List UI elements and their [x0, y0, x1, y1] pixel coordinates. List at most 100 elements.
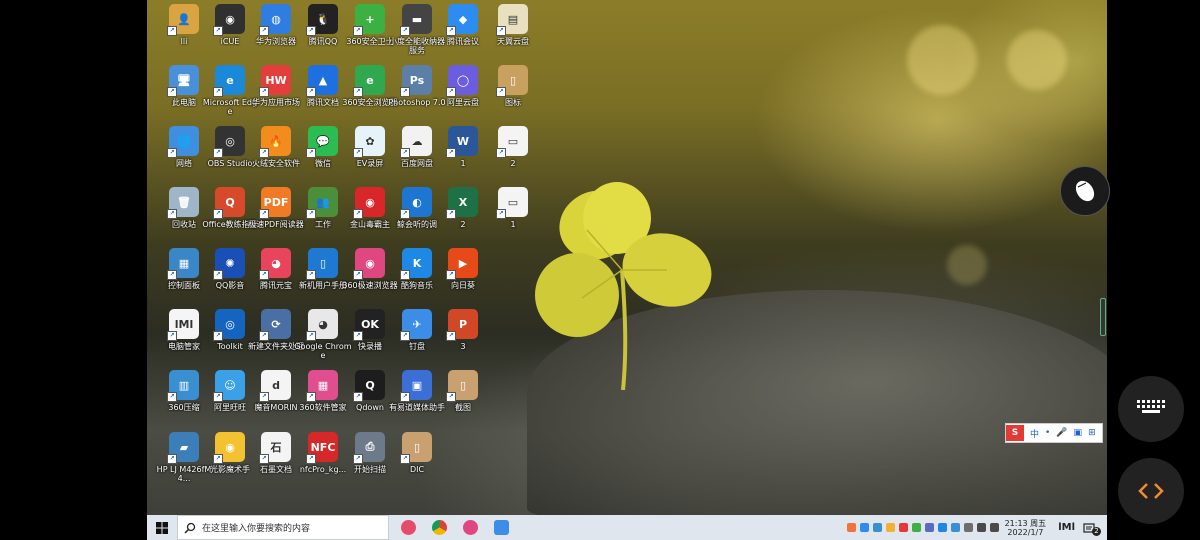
- desktop-icon[interactable]: ▭ ↗ 2: [486, 126, 540, 186]
- taskbar-app-app-1[interactable]: [396, 519, 420, 537]
- app-icon: e ↗: [213, 65, 245, 97]
- desktop-icon[interactable]: ⟳ ↗ 新建文件夹处理: [248, 309, 304, 369]
- desktop-icon[interactable]: ▯ ↗ 图标: [486, 65, 540, 125]
- app-glyph: e: [226, 73, 234, 87]
- desktop-icon[interactable]: ▯ ↗ 新机用户手册: [296, 248, 350, 308]
- network-icon[interactable]: [976, 523, 986, 532]
- start-button[interactable]: [147, 515, 177, 540]
- shortcut-arrow-icon: ↗: [496, 209, 506, 219]
- ime-toolbar[interactable]: S 中 • 🎤 ▣ ⊞: [1005, 423, 1103, 443]
- desktop-icon[interactable]: 石 ↗ 石墨文档: [249, 432, 303, 492]
- taskbar-app-dingtalk[interactable]: [489, 519, 513, 537]
- desktop-icon[interactable]: e ↗ 360安全浏览器: [342, 65, 398, 125]
- app-icon: ◍ ↗: [259, 4, 291, 36]
- clover-wallpaper: [535, 182, 712, 390]
- desktop-icon[interactable]: ▯ ↗ DIC: [390, 432, 444, 492]
- tray-app-icon[interactable]: [859, 523, 869, 532]
- app-icon: ▥ ↗: [167, 370, 199, 402]
- desktop-icon[interactable]: P ↗ 3: [436, 309, 490, 369]
- dingtalk-icon: [493, 520, 509, 535]
- app-glyph: ◉: [365, 195, 375, 209]
- shortcut-arrow-icon: ↗: [167, 392, 177, 402]
- bluetooth-icon[interactable]: [937, 523, 947, 532]
- toolbox-icon[interactable]: ⊞: [1088, 428, 1096, 438]
- app-icon: ▦ ↗: [306, 370, 338, 402]
- desktop-icon[interactable]: ◕ ↗ Google Chrome: [294, 309, 352, 369]
- tray-app-icon[interactable]: [898, 523, 908, 532]
- microphone-icon[interactable]: 🎤: [1056, 428, 1067, 438]
- taskbar-search[interactable]: 在这里输入你要搜索的内容: [177, 515, 389, 540]
- desktop-icon[interactable]: PDF ↗ 极速PDF阅读器: [248, 187, 304, 247]
- app-glyph: ⎙: [365, 440, 375, 453]
- taskbar-app-360-browser[interactable]: [458, 519, 482, 537]
- mouse-mode-button[interactable]: [1060, 166, 1110, 216]
- shortcut-arrow-icon: ↗: [167, 148, 177, 158]
- app-icon: ☺ ↗: [213, 370, 245, 402]
- tray-app-icon[interactable]: [924, 523, 934, 532]
- clock[interactable]: 21:13 周五 2022/1/7: [1005, 519, 1047, 537]
- keyboard-icon[interactable]: ▣: [1074, 428, 1083, 438]
- taskbar-app-chrome[interactable]: [427, 519, 451, 537]
- desktop-icon[interactable]: d ↗ 魔音MORIN: [249, 370, 303, 430]
- keyboard-button[interactable]: [1118, 376, 1184, 442]
- desktop-icon[interactable]: ◕ ↗ 腾讯元宝: [249, 248, 303, 308]
- app-glyph: ▯: [459, 378, 467, 392]
- tray-app-icon[interactable]: [950, 523, 960, 532]
- app-icon: ⟳ ↗: [259, 309, 291, 341]
- tray-app-icon[interactable]: [911, 523, 921, 532]
- shortcut-arrow-icon: ↗: [400, 331, 410, 341]
- usb-icon[interactable]: [963, 523, 973, 532]
- scroll-indicator[interactable]: [1100, 298, 1106, 336]
- punctuation-icon[interactable]: •: [1045, 428, 1050, 438]
- pc-manager-icon[interactable]: lMl: [1058, 522, 1075, 533]
- desktop-icon[interactable]: 💬 ↗ 微信: [296, 126, 350, 186]
- desktop-icon[interactable]: ◉ ↗ 360极速浏览器: [342, 248, 398, 308]
- app-icon: ◎ ↗: [213, 309, 245, 341]
- shortcut-arrow-icon: ↗: [496, 87, 506, 97]
- app-glyph: ◎: [225, 134, 235, 148]
- shortcut-arrow-icon: ↗: [400, 148, 410, 158]
- desktop-icon[interactable]: Q ↗ Qdown: [343, 370, 397, 430]
- desktop-icon[interactable]: 🐧 ↗ 腾讯QQ: [296, 4, 350, 64]
- desktop-icon[interactable]: ▦ ↗ 360软件管家: [296, 370, 350, 430]
- app-glyph: ▭: [507, 134, 519, 148]
- desktop-icon[interactable]: W ↗ 1: [436, 126, 490, 186]
- desktop-icon[interactable]: 🔥 ↗ 火绒安全软件: [249, 126, 303, 186]
- app-glyph: P: [458, 317, 468, 331]
- shortcut-arrow-icon: ↗: [213, 87, 223, 97]
- app-glyph: HW: [265, 73, 287, 87]
- desktop-icon[interactable]: OK ↗ 快录播: [343, 309, 397, 369]
- shortcut-arrow-icon: ↗: [167, 209, 177, 219]
- desktop-icon[interactable]: ◉ ↗ 金山毒霸主: [343, 187, 397, 247]
- desktop-icon[interactable]: ▯ ↗ 截图: [436, 370, 490, 430]
- app-icon: 🐧 ↗: [306, 4, 338, 36]
- tray-app-icon[interactable]: [872, 523, 882, 532]
- desktop-icon[interactable]: X ↗ 2: [436, 187, 490, 247]
- app-icon: Ps ↗: [400, 65, 432, 97]
- shortcut-arrow-icon: ↗: [306, 270, 316, 280]
- shortcut-arrow-icon: ↗: [400, 454, 410, 464]
- desktop-icon[interactable]: ▶ ↗ 向日葵: [436, 248, 490, 308]
- tray-app-icon[interactable]: [885, 523, 895, 532]
- desktop-icon[interactable]: ◆ ↗ 腾讯会议: [436, 4, 490, 64]
- desktop-icon[interactable]: ▤ ↗ 天翼云盘: [486, 4, 540, 64]
- desktop-icon[interactable]: + ↗ 360安全卫士: [343, 4, 397, 64]
- volume-icon[interactable]: [989, 523, 999, 532]
- desktop-icon[interactable]: ◍ ↗ 华为浏览器: [249, 4, 303, 64]
- shortcut-arrow-icon: ↗: [306, 392, 316, 402]
- desktop-icon[interactable]: NFC ↗ nfcPro_kg...: [296, 432, 350, 492]
- ime-mode[interactable]: 中: [1030, 427, 1039, 440]
- tray-app-icon[interactable]: [846, 523, 856, 532]
- app-icon: ▣ ↗: [400, 370, 432, 402]
- desktop-icon[interactable]: ▲ ↗ 腾讯文档: [296, 65, 350, 125]
- desktop-icon[interactable]: 👥 ↗ 工作: [296, 187, 350, 247]
- desktop-icon[interactable]: ✿ ↗ EV录屏: [343, 126, 397, 186]
- desktop-icon[interactable]: ⎙ ↗ 开始扫描: [343, 432, 397, 492]
- shortcut-arrow-icon: ↗: [259, 209, 269, 219]
- app-icon: 🖥 ↗: [167, 65, 199, 97]
- desktop-icon[interactable]: ▭ ↗ 1: [486, 187, 540, 247]
- desktop-icon[interactable]: ◯ ↗ 阿里云盘: [436, 65, 490, 125]
- desktop-icon[interactable]: HW ↗ 华为应用市场: [249, 65, 303, 125]
- code-toggle-button[interactable]: [1118, 458, 1184, 524]
- notification-button[interactable]: 2: [1083, 520, 1101, 536]
